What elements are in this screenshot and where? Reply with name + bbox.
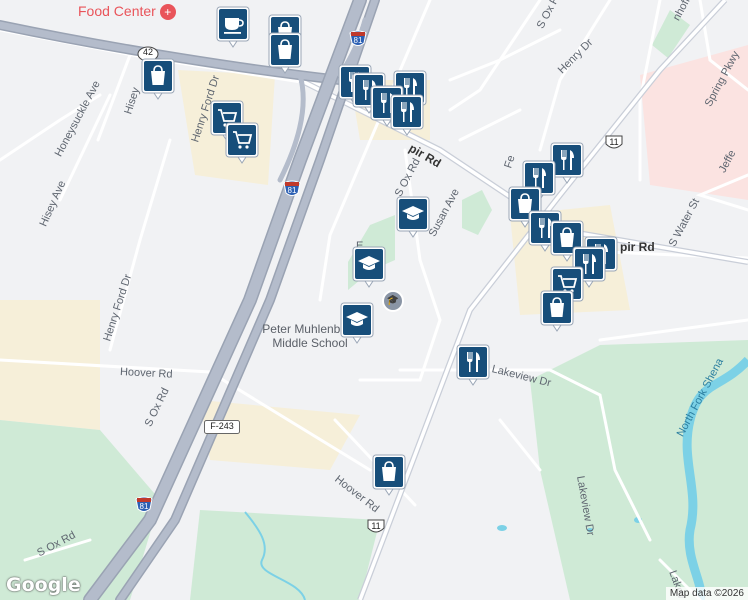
route-11-shield-bottom: 11 <box>366 518 386 541</box>
shopping-pin-6[interactable] <box>540 290 574 332</box>
route-f243-shield: F-243 <box>204 420 240 439</box>
shopping-pin-2[interactable] <box>268 32 302 74</box>
interstate-81-shield-bottom: 81 <box>135 496 153 519</box>
coffee-icon <box>216 6 250 48</box>
restaurant-pin-11[interactable] <box>456 344 490 386</box>
map-canvas[interactable]: S Ox Rd Henry Dr Honeysuckle Ave Hisey A… <box>0 0 748 600</box>
restaurant-icon <box>390 94 424 136</box>
school-pin-3[interactable] <box>340 302 374 344</box>
route-11-shield-top: 11 <box>604 134 624 157</box>
grocery-pin-2[interactable] <box>225 122 259 164</box>
interstate-81-shield-mid: 81 <box>283 180 301 203</box>
google-logo: Google <box>6 574 81 596</box>
restaurant-icon <box>456 344 490 386</box>
school-icon <box>340 302 374 344</box>
shopping-icon <box>268 32 302 74</box>
shopping-pin-3[interactable] <box>141 58 175 100</box>
school-poi-icon[interactable]: 🎓 <box>382 290 404 312</box>
label-pir-rd-right: pir Rd <box>620 240 655 254</box>
medical-icon: + <box>159 4 176 21</box>
school-icon <box>396 196 430 238</box>
school-pin-1[interactable] <box>396 196 430 238</box>
shopping-pin-7[interactable] <box>372 454 406 496</box>
shopping-icon <box>141 58 175 100</box>
interstate-81-shield-top: 81 <box>349 30 367 53</box>
park-area-2 <box>190 510 380 600</box>
food-center-label[interactable]: Food Center + <box>78 3 176 21</box>
school-icon <box>352 246 386 288</box>
coffee-pin[interactable] <box>216 6 250 48</box>
grocery-icon <box>225 122 259 164</box>
shopping-icon <box>372 454 406 496</box>
map-attribution[interactable]: Map data ©2026 <box>665 587 748 600</box>
school-pin-2[interactable] <box>352 246 386 288</box>
restaurant-pin-5[interactable] <box>390 94 424 136</box>
shopping-icon <box>540 290 574 332</box>
